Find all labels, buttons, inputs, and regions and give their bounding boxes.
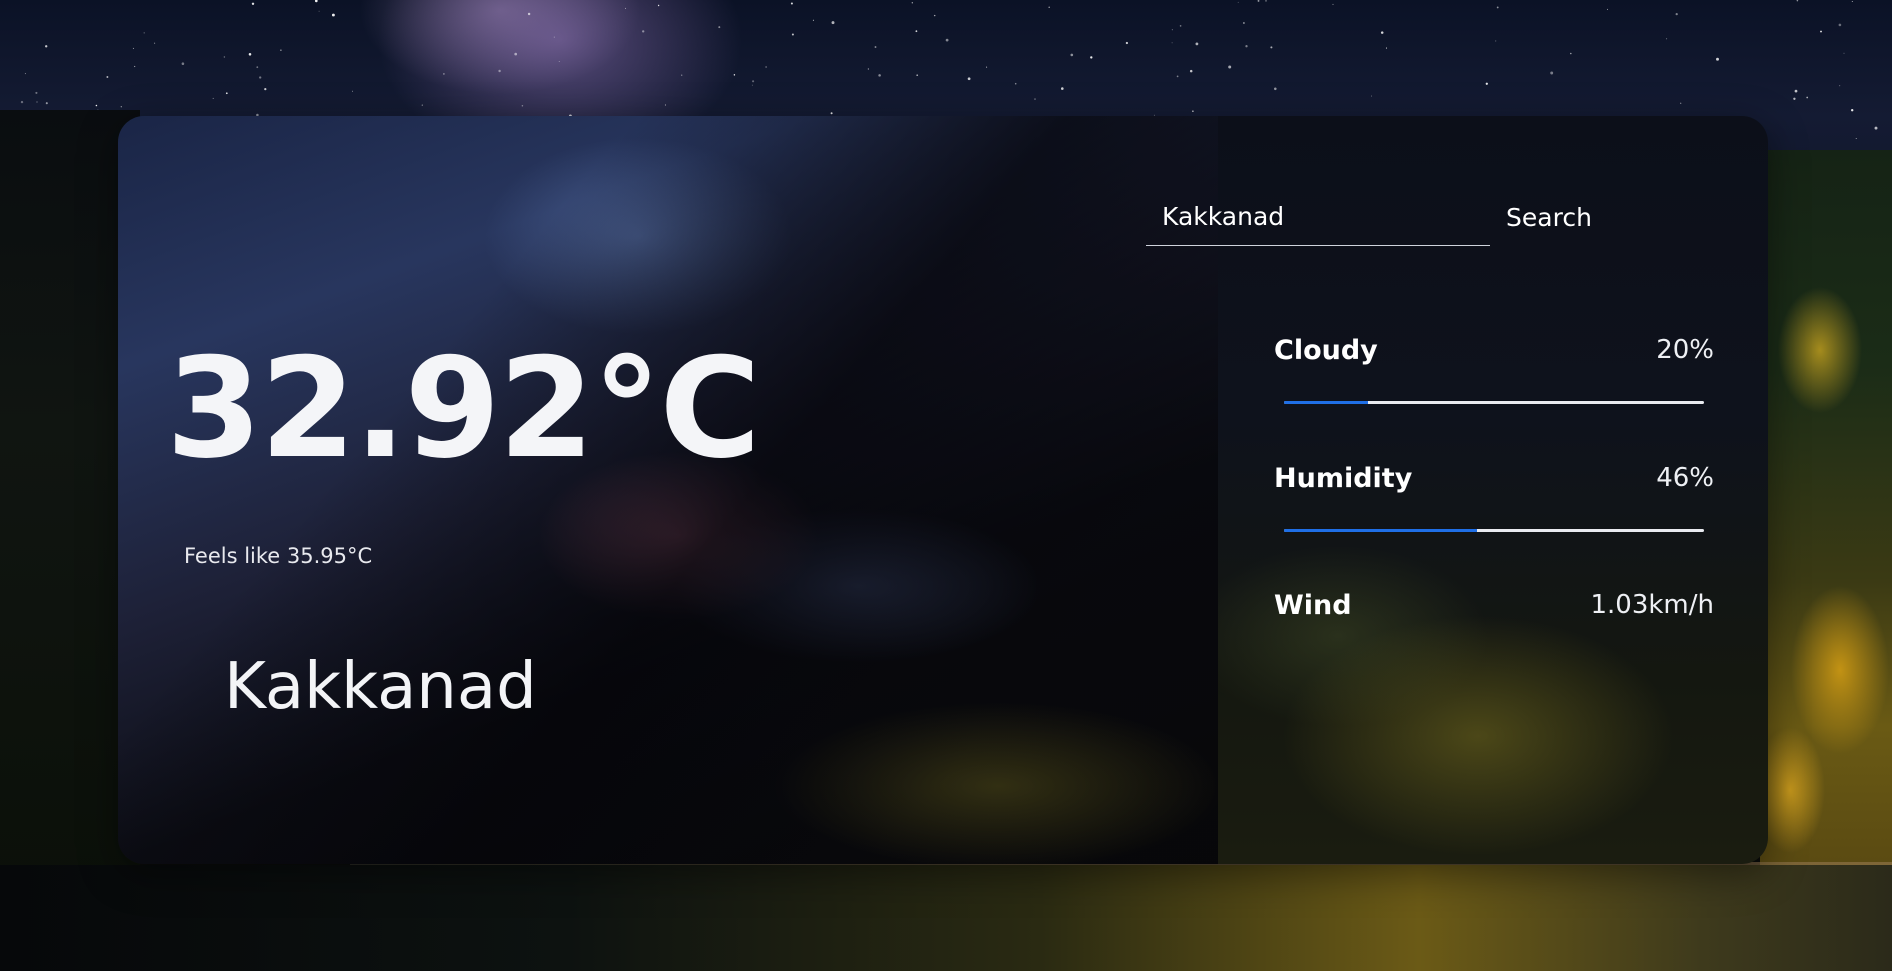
current-weather-panel: 32.92°C Feels like 35.95°C Kakkanad bbox=[118, 116, 1218, 864]
humidity-progress-bar bbox=[1284, 529, 1704, 532]
search-button[interactable]: Search bbox=[1492, 188, 1606, 246]
humidity-value: 46% bbox=[1656, 463, 1714, 493]
autumn-forest-background bbox=[1760, 150, 1892, 870]
wind-value: 1.03km/h bbox=[1590, 590, 1714, 620]
wind-label: Wind bbox=[1274, 590, 1352, 621]
humidity-progress-fill bbox=[1284, 529, 1478, 532]
cloudy-value: 20% bbox=[1656, 335, 1714, 365]
city-search-input[interactable] bbox=[1146, 188, 1490, 246]
background-scene: 32.92°C Feels like 35.95°C Kakkanad Sear… bbox=[0, 0, 1892, 971]
humidity-label: Humidity bbox=[1274, 463, 1413, 494]
feels-like-text: Feels like 35.95°C bbox=[184, 544, 373, 568]
cloudy-progress-fill bbox=[1284, 401, 1368, 404]
cloudy-progress-bar bbox=[1284, 401, 1704, 404]
cloudy-label: Cloudy bbox=[1274, 335, 1378, 366]
temperature-display: 32.92°C bbox=[166, 328, 761, 489]
city-name: Kakkanad bbox=[224, 650, 537, 724]
lake-reflection-background bbox=[0, 865, 1892, 971]
search-bar: Search bbox=[1146, 188, 1724, 248]
